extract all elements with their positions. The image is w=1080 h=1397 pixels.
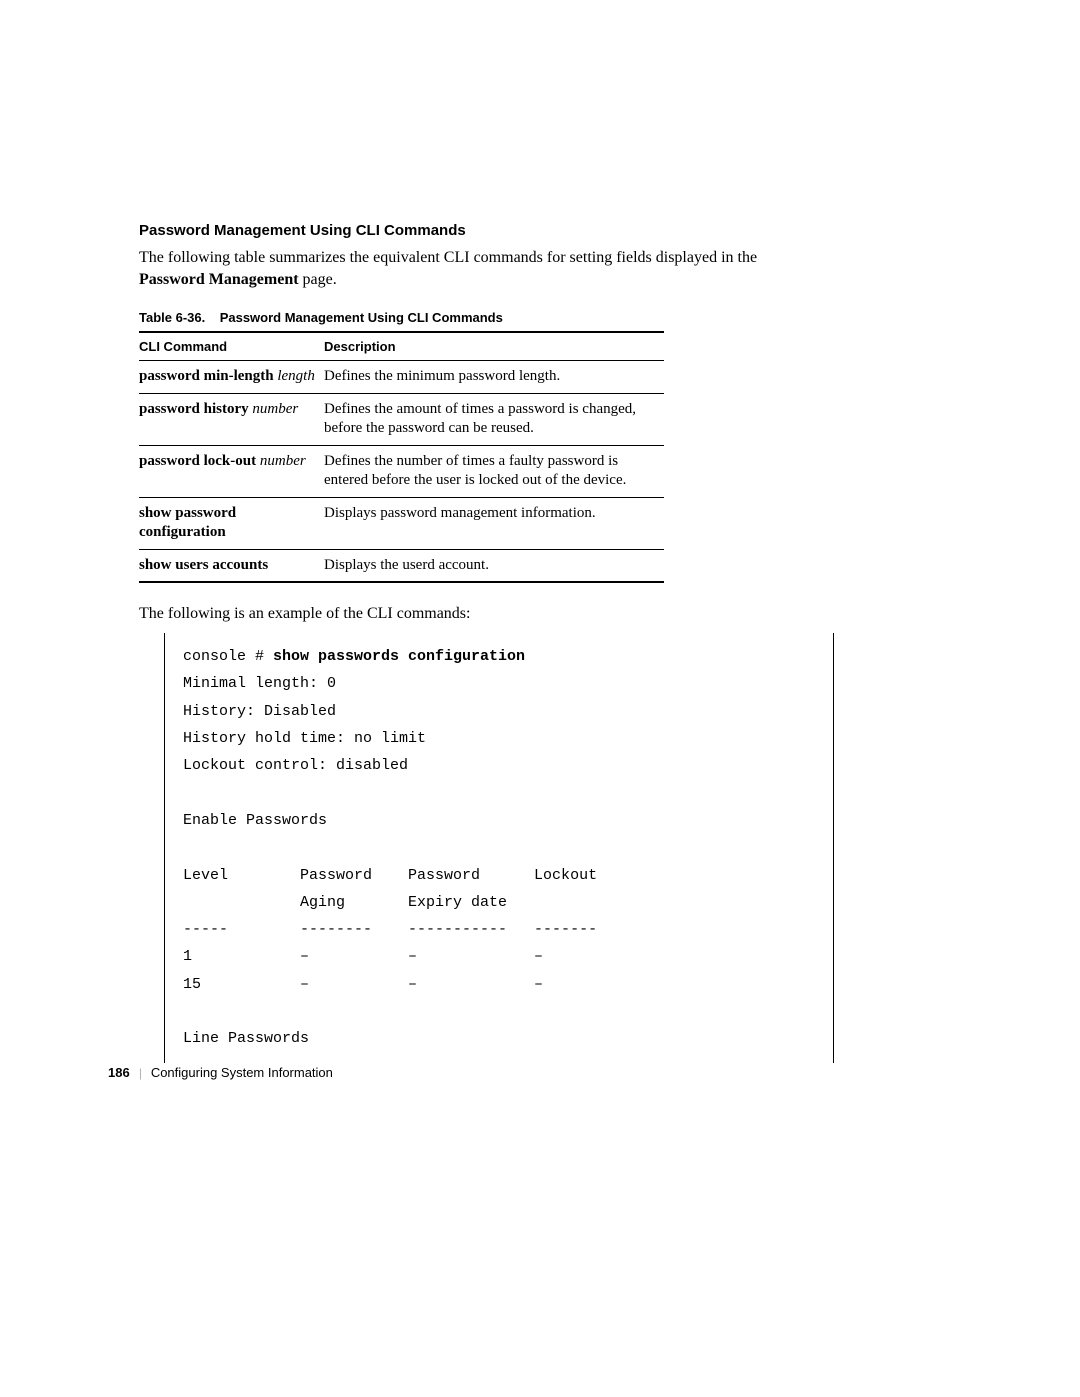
cli-prompt: console # [183, 648, 273, 665]
cli-desc: Displays the userd account. [324, 549, 664, 582]
cli-cmd: password history [139, 401, 249, 417]
cli-desc: Defines the minimum password length. [324, 361, 664, 394]
intro-bold-term: Password Management [139, 271, 299, 288]
table-caption: Table 6-36. Password Management Using CL… [139, 310, 939, 325]
intro-line1: The following table summarizes the equiv… [139, 249, 757, 266]
table-row: password lock-out number Defines the num… [139, 445, 664, 497]
footer-section: Configuring System Information [151, 1065, 333, 1080]
intro-suffix: page. [299, 271, 337, 288]
table-header-description: Description [324, 332, 664, 361]
example-intro: The following is an example of the CLI c… [139, 605, 939, 623]
table-caption-title: Password Management Using CLI Commands [220, 310, 503, 325]
page-footer: 186 | Configuring System Information [108, 1065, 333, 1081]
cli-arg: length [277, 368, 315, 384]
table-header-command: CLI Command [139, 332, 324, 361]
intro-paragraph: The following table summarizes the equiv… [139, 247, 939, 290]
table-caption-prefix: Table 6-36. [139, 310, 205, 325]
cli-arg: number [252, 401, 298, 417]
cli-cmd: show password configuration [139, 505, 236, 541]
cli-commands-table: CLI Command Description password min-len… [139, 331, 664, 583]
cli-desc: Displays password management information… [324, 497, 664, 549]
table-row: password history number Defines the amou… [139, 393, 664, 445]
cli-body: Minimal length: 0 History: Disabled Hist… [183, 675, 597, 1047]
table-row: password min-length length Defines the m… [139, 361, 664, 394]
cli-cmd: password min-length [139, 368, 274, 384]
cli-output-box: console # show passwords configuration M… [164, 633, 834, 1062]
cli-desc: Defines the amount of times a password i… [324, 393, 664, 445]
cli-cmd: show users accounts [139, 557, 268, 573]
cli-arg: number [260, 453, 306, 469]
cli-cmd: password lock-out [139, 453, 256, 469]
section-heading: Password Management Using CLI Commands [139, 222, 939, 239]
footer-divider: | [139, 1065, 142, 1080]
page-number: 186 [108, 1065, 130, 1080]
cli-command: show passwords configuration [273, 648, 525, 665]
table-row: show password configuration Displays pas… [139, 497, 664, 549]
table-row: show users accounts Displays the userd a… [139, 549, 664, 582]
cli-desc: Defines the number of times a faulty pas… [324, 445, 664, 497]
